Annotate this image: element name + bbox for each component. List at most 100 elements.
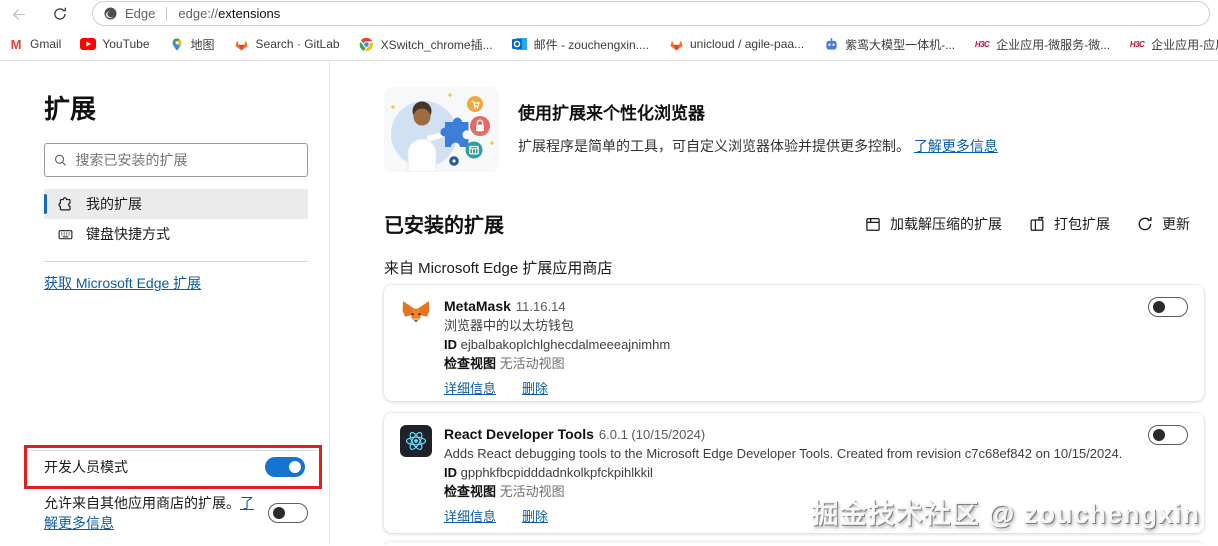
developer-mode-annotation-box: 开发人员模式 xyxy=(24,445,322,489)
extension-name: React Developer Tools xyxy=(444,426,594,442)
id-label: ID xyxy=(444,337,457,352)
action-label: 加载解压缩的扩展 xyxy=(890,215,1002,232)
address-divider xyxy=(166,6,168,21)
extension-card-metamask: MetaMask 11.16.14 浏览器中的以太坊钱包 ID ejbalbako… xyxy=(384,285,1204,401)
extension-description: 浏览器中的以太坊钱包 xyxy=(444,318,575,333)
bookmark-label: Gmail xyxy=(30,37,62,51)
id-label: ID xyxy=(444,465,457,480)
pack-extension-button[interactable]: 打包扩展 xyxy=(1028,214,1110,234)
sidebar-item-my-extensions[interactable]: 我的扩展 xyxy=(44,189,308,219)
action-label: 打包扩展 xyxy=(1054,215,1110,232)
refresh-icon xyxy=(54,7,66,20)
bookmark-ziluan[interactable]: 紫鸾大模型一体机-... xyxy=(823,36,955,53)
bookmark-label: 企业应用-应用管理 xyxy=(1151,37,1218,52)
extension-id: gpphkfbcpidddadnkolkpfckpihlkkil xyxy=(460,465,653,480)
page-title: 扩展 xyxy=(44,94,97,124)
installed-title: 已安装的扩展 xyxy=(384,215,504,237)
bookmark-label: 紫鸾大模型一体机-... xyxy=(845,37,956,52)
details-link[interactable]: 详细信息 xyxy=(444,379,496,398)
allow-other-stores-row: 允许来自其他应用商店的扩展。了解更多信息 xyxy=(44,493,308,533)
allow-other-stores-label: 允许来自其他应用商店的扩展。了解更多信息 xyxy=(44,493,260,533)
load-unpacked-button[interactable]: 加载解压缩的扩展 xyxy=(864,214,1002,234)
youtube-icon xyxy=(80,36,97,52)
bookmark-youtube[interactable]: YouTube xyxy=(80,36,150,52)
gmail-icon: M xyxy=(10,36,22,52)
extension-enable-toggle[interactable] xyxy=(1148,425,1188,445)
back-arrow-icon xyxy=(12,8,25,20)
bookmark-xswitch[interactable]: XSwitch_chrome插... xyxy=(359,36,493,53)
bookmarks-bar: M Gmail YouTube 地图 Search · GitLab XSwit… xyxy=(0,28,1218,61)
robot-icon xyxy=(823,36,839,52)
developer-mode-label: 开发人员模式 xyxy=(44,459,128,475)
details-link[interactable]: 详细信息 xyxy=(444,507,496,526)
hero-description: 扩展程序是简单的工具，可自定义浏览器体验并提供更多控制。 了解更多信息 xyxy=(518,136,998,156)
chrome-icon xyxy=(359,36,375,52)
bookmark-unicloud[interactable]: unicloud / agile-paa... xyxy=(668,36,804,52)
extension-enable-toggle[interactable] xyxy=(1148,297,1188,317)
extension-title-row: MetaMask 11.16.14 xyxy=(444,297,670,316)
search-icon xyxy=(54,154,66,166)
back-button[interactable] xyxy=(8,4,28,24)
bookmark-label: 企业应用-微服务-微... xyxy=(996,37,1111,52)
bookmark-mail[interactable]: 邮件 - zouchengxin.... xyxy=(511,36,649,53)
react-icon xyxy=(400,425,432,457)
bookmark-gmail[interactable]: M Gmail xyxy=(8,36,62,52)
search-input[interactable] xyxy=(75,152,299,168)
sidebar-divider xyxy=(44,261,308,262)
allow-text: 允许来自其他应用商店的扩展。 xyxy=(44,495,240,511)
remove-link[interactable]: 删除 xyxy=(522,507,548,526)
inspect-views-row: 检查视图 无活动视图 xyxy=(444,354,670,373)
bookmark-label: YouTube xyxy=(102,37,150,51)
bookmark-label: Search · GitLab xyxy=(255,37,340,51)
hero-text: 使用扩展来个性化浏览器 扩展程序是简单的工具，可自定义浏览器体验并提供更多控制。… xyxy=(518,99,998,156)
search-box[interactable] xyxy=(44,143,308,177)
gitlab-icon xyxy=(234,36,250,52)
bookmark-label: unicloud / agile-paa... xyxy=(690,37,805,51)
url-host: extensions xyxy=(218,6,281,21)
extension-version: 6.0.1 (10/15/2024) xyxy=(598,427,706,442)
bookmark-h3c-app[interactable]: H3C 企业应用-应用管理 xyxy=(1129,36,1218,53)
browser-toolbar: Edge edge://extensions xyxy=(0,0,1218,28)
extension-description: Adds React debugging tools to the Micros… xyxy=(444,446,1123,461)
outlook-icon xyxy=(511,36,528,52)
bookmark-maps[interactable]: 地图 xyxy=(169,36,215,53)
hero-description-text: 扩展程序是简单的工具，可自定义浏览器体验并提供更多控制。 xyxy=(518,138,910,154)
extension-card-partial xyxy=(384,542,1204,545)
watermark-text: 掘金技术社区 @ zouchengxin xyxy=(811,499,1200,529)
edge-extensions-page: Edge edge://extensions M Gmail YouTube 地… xyxy=(0,0,1218,546)
extension-id: ejbalbakoplchlghecdalmeeeajnimhm xyxy=(460,337,671,352)
site-label: Edge xyxy=(125,6,156,21)
bookmark-label: 地图 xyxy=(190,37,215,52)
gitlab-icon xyxy=(668,36,684,52)
bookmark-gitlab-search[interactable]: Search · GitLab xyxy=(234,36,340,52)
keyboard-icon xyxy=(58,229,73,239)
get-extensions-link[interactable]: 获取 Microsoft Edge 扩展 xyxy=(44,273,201,293)
bookmark-label: XSwitch_chrome插... xyxy=(380,37,493,52)
edge-logo-icon xyxy=(104,7,117,20)
hero-title: 使用扩展来个性化浏览器 xyxy=(518,104,705,123)
views-label: 检查视图 xyxy=(444,356,497,371)
extension-id-row: ID gpphkfbcpidddadnkolkpfckpihlkkil xyxy=(444,463,1122,482)
allow-other-stores-toggle[interactable] xyxy=(268,503,308,523)
url-scheme: edge:// xyxy=(178,6,219,21)
metamask-fox-icon xyxy=(402,301,430,323)
views-value: 无活动视图 xyxy=(499,356,565,371)
bookmark-h3c-micro[interactable]: H3C 企业应用-微服务-微... xyxy=(974,36,1110,53)
hero-illustration xyxy=(384,87,499,172)
refresh-button[interactable] xyxy=(50,4,70,24)
installed-section-header: 已安装的扩展 加载解压缩的扩展 打包扩展 更新 xyxy=(384,209,1190,238)
sidebar-item-keyboard-shortcuts[interactable]: 键盘快捷方式 xyxy=(44,219,308,249)
hero-learn-more-link[interactable]: 了解更多信息 xyxy=(914,138,998,154)
sidebar-nav: 我的扩展 键盘快捷方式 xyxy=(44,189,308,249)
h3c-icon: H3C xyxy=(974,39,990,49)
extensions-sidebar: 扩展 我的扩展 键盘快捷方式 获取 Microsoft Edge 扩展 xyxy=(0,61,330,545)
remove-link[interactable]: 删除 xyxy=(522,379,548,398)
developer-mode-toggle[interactable] xyxy=(265,457,305,477)
bookmark-label: 邮件 - zouchengxin.... xyxy=(533,37,649,52)
extension-title-row: React Developer Tools 6.0.1 (10/15/2024) xyxy=(444,425,1122,444)
installed-actions: 加载解压缩的扩展 打包扩展 更新 xyxy=(864,214,1190,234)
sidebar-item-label: 我的扩展 xyxy=(86,196,142,212)
h3c-icon: H3C xyxy=(1129,39,1145,49)
address-bar[interactable]: Edge edge://extensions xyxy=(92,1,1210,26)
update-button[interactable]: 更新 xyxy=(1136,214,1190,234)
